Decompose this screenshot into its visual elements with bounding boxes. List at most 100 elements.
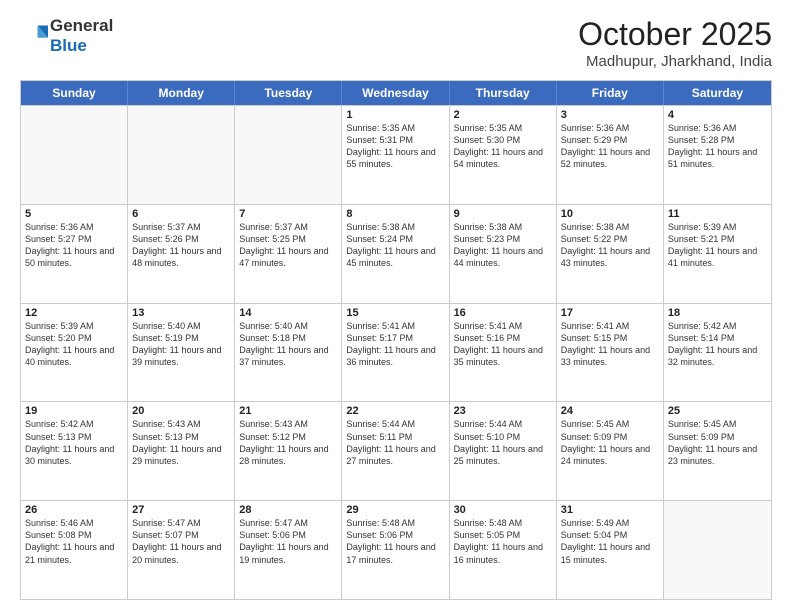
table-row: 28Sunrise: 5:47 AM Sunset: 5:06 PM Dayli… bbox=[235, 501, 342, 599]
cell-details: Sunrise: 5:40 AM Sunset: 5:18 PM Dayligh… bbox=[239, 320, 337, 369]
cell-details: Sunrise: 5:47 AM Sunset: 5:07 PM Dayligh… bbox=[132, 517, 230, 566]
header-day-friday: Friday bbox=[557, 81, 664, 105]
logo: General Blue bbox=[20, 16, 113, 55]
day-number: 3 bbox=[561, 109, 659, 121]
cell-details: Sunrise: 5:41 AM Sunset: 5:16 PM Dayligh… bbox=[454, 320, 552, 369]
logo-blue: Blue bbox=[50, 36, 113, 56]
day-number: 12 bbox=[25, 307, 123, 319]
table-row: 14Sunrise: 5:40 AM Sunset: 5:18 PM Dayli… bbox=[235, 304, 342, 402]
table-row: 8Sunrise: 5:38 AM Sunset: 5:24 PM Daylig… bbox=[342, 205, 449, 303]
table-row: 27Sunrise: 5:47 AM Sunset: 5:07 PM Dayli… bbox=[128, 501, 235, 599]
calendar-row-0: 1Sunrise: 5:35 AM Sunset: 5:31 PM Daylig… bbox=[21, 105, 771, 204]
table-row bbox=[235, 106, 342, 204]
day-number: 28 bbox=[239, 504, 337, 516]
day-number: 25 bbox=[668, 405, 767, 417]
cell-details: Sunrise: 5:39 AM Sunset: 5:20 PM Dayligh… bbox=[25, 320, 123, 369]
cell-details: Sunrise: 5:44 AM Sunset: 5:10 PM Dayligh… bbox=[454, 418, 552, 467]
page: General Blue October 2025 Madhupur, Jhar… bbox=[0, 0, 792, 612]
calendar-body: 1Sunrise: 5:35 AM Sunset: 5:31 PM Daylig… bbox=[21, 105, 771, 599]
table-row: 9Sunrise: 5:38 AM Sunset: 5:23 PM Daylig… bbox=[450, 205, 557, 303]
day-number: 19 bbox=[25, 405, 123, 417]
table-row bbox=[128, 106, 235, 204]
cell-details: Sunrise: 5:46 AM Sunset: 5:08 PM Dayligh… bbox=[25, 517, 123, 566]
table-row bbox=[664, 501, 771, 599]
table-row: 17Sunrise: 5:41 AM Sunset: 5:15 PM Dayli… bbox=[557, 304, 664, 402]
cell-details: Sunrise: 5:43 AM Sunset: 5:13 PM Dayligh… bbox=[132, 418, 230, 467]
day-number: 24 bbox=[561, 405, 659, 417]
cell-details: Sunrise: 5:37 AM Sunset: 5:26 PM Dayligh… bbox=[132, 221, 230, 270]
day-number: 14 bbox=[239, 307, 337, 319]
cell-details: Sunrise: 5:44 AM Sunset: 5:11 PM Dayligh… bbox=[346, 418, 444, 467]
day-number: 4 bbox=[668, 109, 767, 121]
table-row: 21Sunrise: 5:43 AM Sunset: 5:12 PM Dayli… bbox=[235, 402, 342, 500]
calendar-row-4: 26Sunrise: 5:46 AM Sunset: 5:08 PM Dayli… bbox=[21, 500, 771, 599]
header-day-monday: Monday bbox=[128, 81, 235, 105]
table-row: 7Sunrise: 5:37 AM Sunset: 5:25 PM Daylig… bbox=[235, 205, 342, 303]
cell-details: Sunrise: 5:40 AM Sunset: 5:19 PM Dayligh… bbox=[132, 320, 230, 369]
day-number: 22 bbox=[346, 405, 444, 417]
table-row: 29Sunrise: 5:48 AM Sunset: 5:06 PM Dayli… bbox=[342, 501, 449, 599]
table-row: 15Sunrise: 5:41 AM Sunset: 5:17 PM Dayli… bbox=[342, 304, 449, 402]
day-number: 27 bbox=[132, 504, 230, 516]
cell-details: Sunrise: 5:38 AM Sunset: 5:23 PM Dayligh… bbox=[454, 221, 552, 270]
cell-details: Sunrise: 5:45 AM Sunset: 5:09 PM Dayligh… bbox=[561, 418, 659, 467]
cell-details: Sunrise: 5:39 AM Sunset: 5:21 PM Dayligh… bbox=[668, 221, 767, 270]
cell-details: Sunrise: 5:38 AM Sunset: 5:22 PM Dayligh… bbox=[561, 221, 659, 270]
table-row: 30Sunrise: 5:48 AM Sunset: 5:05 PM Dayli… bbox=[450, 501, 557, 599]
table-row: 3Sunrise: 5:36 AM Sunset: 5:29 PM Daylig… bbox=[557, 106, 664, 204]
cell-details: Sunrise: 5:36 AM Sunset: 5:29 PM Dayligh… bbox=[561, 122, 659, 171]
table-row: 6Sunrise: 5:37 AM Sunset: 5:26 PM Daylig… bbox=[128, 205, 235, 303]
day-number: 26 bbox=[25, 504, 123, 516]
cell-details: Sunrise: 5:41 AM Sunset: 5:17 PM Dayligh… bbox=[346, 320, 444, 369]
cell-details: Sunrise: 5:36 AM Sunset: 5:28 PM Dayligh… bbox=[668, 122, 767, 171]
table-row: 10Sunrise: 5:38 AM Sunset: 5:22 PM Dayli… bbox=[557, 205, 664, 303]
table-row: 2Sunrise: 5:35 AM Sunset: 5:30 PM Daylig… bbox=[450, 106, 557, 204]
day-number: 6 bbox=[132, 208, 230, 220]
header-day-sunday: Sunday bbox=[21, 81, 128, 105]
table-row: 19Sunrise: 5:42 AM Sunset: 5:13 PM Dayli… bbox=[21, 402, 128, 500]
cell-details: Sunrise: 5:42 AM Sunset: 5:14 PM Dayligh… bbox=[668, 320, 767, 369]
header-day-thursday: Thursday bbox=[450, 81, 557, 105]
table-row: 23Sunrise: 5:44 AM Sunset: 5:10 PM Dayli… bbox=[450, 402, 557, 500]
table-row: 1Sunrise: 5:35 AM Sunset: 5:31 PM Daylig… bbox=[342, 106, 449, 204]
table-row: 5Sunrise: 5:36 AM Sunset: 5:27 PM Daylig… bbox=[21, 205, 128, 303]
table-row: 16Sunrise: 5:41 AM Sunset: 5:16 PM Dayli… bbox=[450, 304, 557, 402]
day-number: 16 bbox=[454, 307, 552, 319]
month-title: October 2025 bbox=[578, 16, 772, 53]
table-row: 20Sunrise: 5:43 AM Sunset: 5:13 PM Dayli… bbox=[128, 402, 235, 500]
day-number: 5 bbox=[25, 208, 123, 220]
location-subtitle: Madhupur, Jharkhand, India bbox=[578, 53, 772, 70]
table-row bbox=[21, 106, 128, 204]
day-number: 21 bbox=[239, 405, 337, 417]
cell-details: Sunrise: 5:42 AM Sunset: 5:13 PM Dayligh… bbox=[25, 418, 123, 467]
day-number: 7 bbox=[239, 208, 337, 220]
table-row: 31Sunrise: 5:49 AM Sunset: 5:04 PM Dayli… bbox=[557, 501, 664, 599]
day-number: 18 bbox=[668, 307, 767, 319]
cell-details: Sunrise: 5:35 AM Sunset: 5:31 PM Dayligh… bbox=[346, 122, 444, 171]
day-number: 8 bbox=[346, 208, 444, 220]
day-number: 31 bbox=[561, 504, 659, 516]
calendar: SundayMondayTuesdayWednesdayThursdayFrid… bbox=[20, 80, 772, 600]
day-number: 11 bbox=[668, 208, 767, 220]
table-row: 11Sunrise: 5:39 AM Sunset: 5:21 PM Dayli… bbox=[664, 205, 771, 303]
table-row: 13Sunrise: 5:40 AM Sunset: 5:19 PM Dayli… bbox=[128, 304, 235, 402]
day-number: 1 bbox=[346, 109, 444, 121]
table-row: 4Sunrise: 5:36 AM Sunset: 5:28 PM Daylig… bbox=[664, 106, 771, 204]
cell-details: Sunrise: 5:45 AM Sunset: 5:09 PM Dayligh… bbox=[668, 418, 767, 467]
calendar-row-1: 5Sunrise: 5:36 AM Sunset: 5:27 PM Daylig… bbox=[21, 204, 771, 303]
day-number: 20 bbox=[132, 405, 230, 417]
table-row: 18Sunrise: 5:42 AM Sunset: 5:14 PM Dayli… bbox=[664, 304, 771, 402]
cell-details: Sunrise: 5:36 AM Sunset: 5:27 PM Dayligh… bbox=[25, 221, 123, 270]
day-number: 15 bbox=[346, 307, 444, 319]
cell-details: Sunrise: 5:49 AM Sunset: 5:04 PM Dayligh… bbox=[561, 517, 659, 566]
day-number: 2 bbox=[454, 109, 552, 121]
logo-text: General Blue bbox=[50, 16, 113, 55]
header-day-wednesday: Wednesday bbox=[342, 81, 449, 105]
table-row: 12Sunrise: 5:39 AM Sunset: 5:20 PM Dayli… bbox=[21, 304, 128, 402]
cell-details: Sunrise: 5:48 AM Sunset: 5:05 PM Dayligh… bbox=[454, 517, 552, 566]
table-row: 26Sunrise: 5:46 AM Sunset: 5:08 PM Dayli… bbox=[21, 501, 128, 599]
day-number: 23 bbox=[454, 405, 552, 417]
cell-details: Sunrise: 5:37 AM Sunset: 5:25 PM Dayligh… bbox=[239, 221, 337, 270]
day-number: 9 bbox=[454, 208, 552, 220]
header-day-saturday: Saturday bbox=[664, 81, 771, 105]
